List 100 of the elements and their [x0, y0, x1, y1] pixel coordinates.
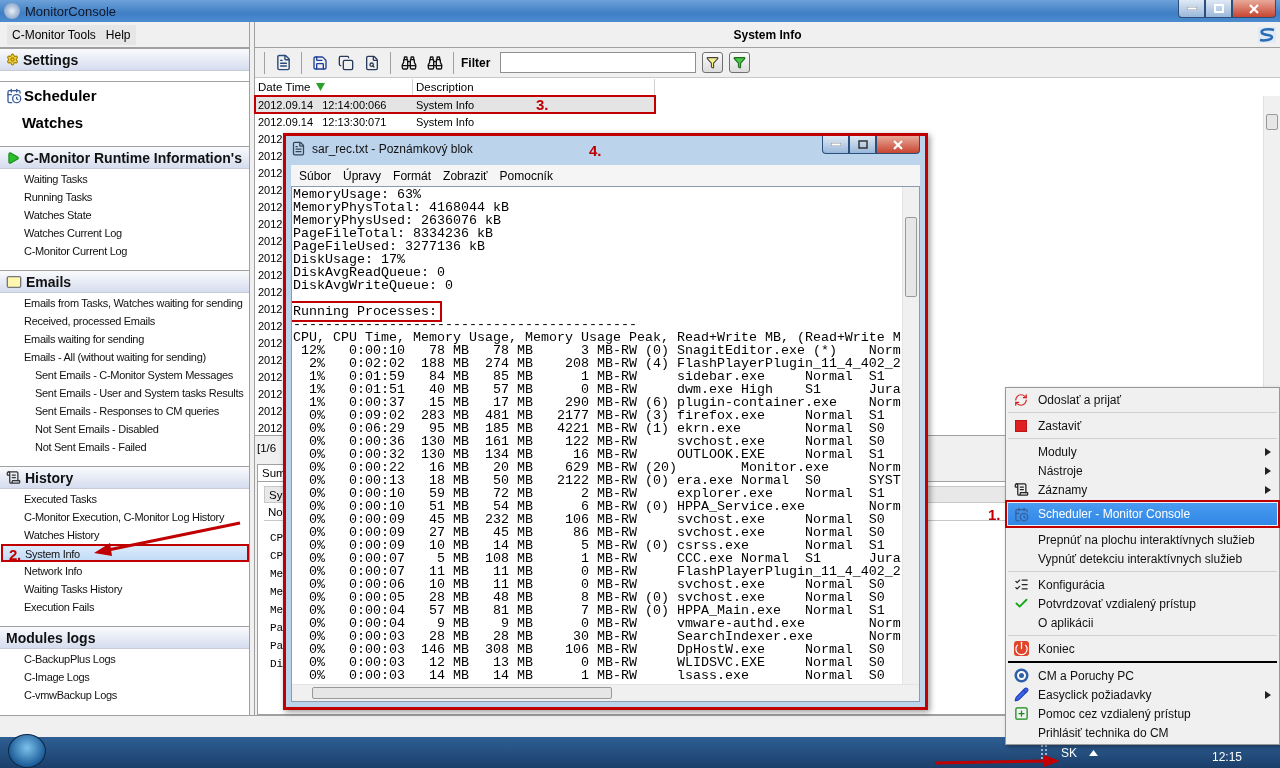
- sidebar-item[interactable]: Emails from Tasks, Watches waiting for sending: [1, 294, 249, 312]
- checklist-icon: [1013, 577, 1029, 592]
- table-row[interactable]: 2012.09.14 12:14:00:066 System Info 3.: [255, 96, 655, 113]
- scroll-icon: [1013, 482, 1029, 497]
- filter-button[interactable]: [702, 52, 724, 73]
- table-cell-text: 2012: [257, 132, 283, 145]
- annotation-label: 3.: [536, 97, 549, 112]
- menu-item[interactable]: Easyclick požiadavky: [1008, 685, 1277, 704]
- sidebar-item[interactable]: Execution Fails: [1, 598, 249, 616]
- menu-item[interactable]: Prepnúť na plochu interaktívnych služieb: [1008, 530, 1277, 549]
- text-line: CP: [270, 531, 284, 546]
- funnel-icon: [733, 56, 747, 69]
- menu-item[interactable]: Zastaviť: [1008, 416, 1277, 435]
- text-line: Pa: [270, 621, 284, 636]
- sidebar-item[interactable]: Running Tasks: [1, 188, 249, 206]
- annotation-label: 4.: [589, 143, 602, 158]
- filter-button[interactable]: [729, 52, 751, 73]
- annotation-label: 1.: [988, 507, 1001, 522]
- menu-item[interactable]: O aplikácii: [1008, 613, 1277, 632]
- section-header[interactable]: Emails: [0, 271, 249, 293]
- close-button[interactable]: [1232, 0, 1276, 18]
- menu-item[interactable]: Úpravy: [338, 166, 387, 185]
- menu-item[interactable]: Konfigurácia: [1008, 575, 1277, 594]
- clock[interactable]: 12:15: [1211, 749, 1242, 764]
- sidebar-item[interactable]: Not Sent Emails - Disabled: [1, 420, 249, 438]
- maximize-button[interactable]: [849, 136, 876, 154]
- start-button[interactable]: [8, 733, 46, 768]
- menu-item[interactable]: Nástroje: [1008, 461, 1277, 480]
- sidebar-item[interactable]: Emails waiting for sending: [1, 330, 249, 348]
- notepad-icon: [291, 141, 306, 156]
- sidebar-item[interactable]: Sent Emails - C-Monitor System Messages: [1, 366, 249, 384]
- section-header[interactable]: Settings: [0, 49, 249, 71]
- scrollbar[interactable]: [902, 187, 919, 684]
- scroll-icon: [6, 470, 21, 485]
- sidebar-item[interactable]: Waiting Tasks: [1, 170, 249, 188]
- menu-item[interactable]: Potvrdzovať vzdialený prístup: [1008, 594, 1277, 613]
- logo-icon: [1258, 27, 1276, 43]
- menu-item[interactable]: Prihlásiť technika do CM: [1008, 723, 1277, 742]
- power-icon: [1013, 641, 1029, 656]
- sidebar-item[interactable]: Watches History: [1, 526, 249, 544]
- scrollbar[interactable]: [292, 684, 919, 701]
- menu-item[interactable]: Zobraziť: [438, 166, 493, 185]
- sidebar-item[interactable]: Watches Current Log: [1, 224, 249, 242]
- menu-item[interactable]: Odoslať a prijať: [1008, 390, 1277, 409]
- menu-item[interactable]: Pomoc cez vzdialený prístup: [1008, 704, 1277, 723]
- pencil-icon: [1013, 687, 1029, 702]
- minimize-button[interactable]: [1178, 0, 1205, 18]
- menu-item[interactable]: Pomocník: [494, 166, 558, 185]
- menu-item[interactable]: Koniec: [1008, 639, 1277, 658]
- table-row[interactable]: 2012.09.14 12:13:30:071 System Info: [255, 113, 655, 130]
- section-header[interactable]: C-Monitor Runtime Information's: [0, 147, 249, 169]
- minimize-button[interactable]: [822, 136, 849, 154]
- close-button[interactable]: [876, 136, 920, 154]
- table-cell-text: 2012: [257, 319, 283, 332]
- sidebar-item[interactable]: 2. System Info: [1, 544, 249, 562]
- text-line: Me: [270, 567, 284, 582]
- gear-icon: [6, 53, 19, 66]
- text-line: CP: [270, 549, 284, 564]
- sidebar-header[interactable]: Scheduler: [0, 82, 249, 109]
- sidebar-item[interactable]: Received, processed Emails: [1, 312, 249, 330]
- sidebar-item[interactable]: Network Info: [1, 562, 249, 580]
- menu-item[interactable]: Vypnúť detekciu interaktívnych služieb: [1008, 549, 1277, 568]
- sidebar-item[interactable]: C-Image Logs: [1, 668, 249, 686]
- filter-field[interactable]: [500, 52, 697, 73]
- sidebar-item[interactable]: C-BackupPlus Logs: [1, 650, 249, 668]
- app-icon: [4, 3, 20, 19]
- language-indicator[interactable]: SK: [1060, 745, 1077, 760]
- play-icon: [6, 150, 20, 165]
- sidebar-item[interactable]: C-Monitor Execution, C-Monitor Log History: [1, 508, 249, 526]
- menu-item[interactable]: Help: [100, 24, 136, 45]
- sidebar-header[interactable]: Watches: [0, 109, 249, 136]
- table-cell-text: System Info: [415, 98, 475, 111]
- section-header[interactable]: History: [0, 467, 249, 489]
- text-line: Di: [270, 657, 284, 672]
- sidebar-item[interactable]: Waiting Tasks History: [1, 580, 249, 598]
- menu-item[interactable]: Moduly: [1008, 442, 1277, 461]
- sidebar-item[interactable]: Watches State: [1, 206, 249, 224]
- sidebar-item[interactable]: Sent Emails - Responses to CM queries: [1, 402, 249, 420]
- menu-item[interactable]: CM a Poruchy PC: [1008, 666, 1277, 685]
- menu-item[interactable]: Súbor: [294, 166, 337, 185]
- sidebar-item[interactable]: C-Monitor Current Log: [1, 242, 249, 260]
- window-title: sar_rec.txt - Poznámkový blok: [312, 141, 473, 156]
- plus-box-icon: [1013, 706, 1029, 721]
- sidebar-item[interactable]: Sent Emails - User and System tasks Results: [1, 384, 249, 402]
- annotation-label: 2.: [9, 547, 21, 560]
- text-line: Me: [270, 585, 284, 600]
- sidebar-item[interactable]: Executed Tasks: [1, 490, 249, 508]
- tray-expand-icon[interactable]: [1088, 749, 1098, 756]
- maximize-icon: [857, 140, 868, 149]
- table-cell-text: System Info: [415, 115, 475, 128]
- table-cell-text: 2012.09.14 12:13:30:071: [257, 115, 387, 128]
- menu-item[interactable]: Formát: [388, 166, 437, 185]
- section-header[interactable]: Modules logs: [0, 627, 249, 649]
- menu-item[interactable]: C-Monitor Tools: [7, 24, 101, 45]
- minimize-icon: [1186, 7, 1197, 10]
- sidebar-item[interactable]: C-vmwBackup Logs: [1, 686, 249, 704]
- sidebar-item[interactable]: Not Sent Emails - Failed: [1, 438, 249, 456]
- restore-button[interactable]: [1205, 0, 1232, 18]
- minimize-icon: [830, 143, 841, 146]
- sidebar-item[interactable]: Emails - All (without waiting for sending): [1, 348, 249, 366]
